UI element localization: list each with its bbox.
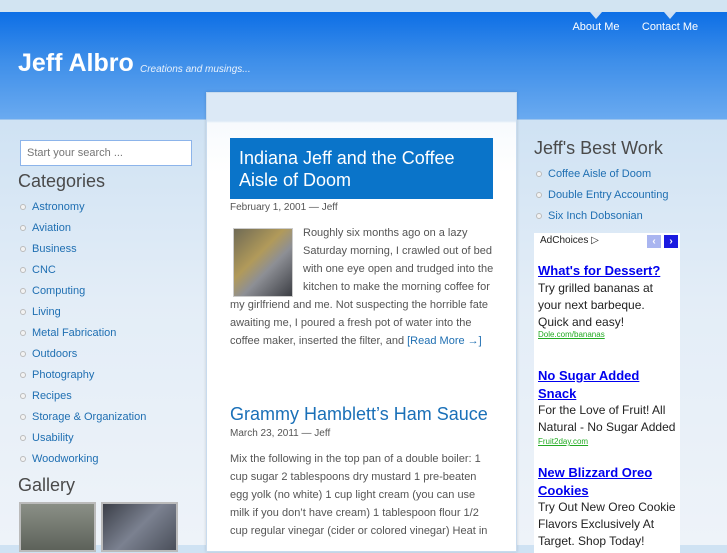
category-link[interactable]: Storage & Organization — [20, 406, 146, 427]
link-label: Woodworking — [32, 452, 99, 465]
post-meta: March 23, 2011 — Jeff — [230, 428, 331, 439]
read-more-link[interactable]: [Read More →] — [407, 335, 482, 347]
nav-label: Contact Me — [641, 21, 699, 33]
link-label: Storage & Organization — [32, 410, 147, 423]
ad-description: Try grilled bananas at your next barbequ… — [538, 281, 653, 329]
bullet-icon — [20, 392, 26, 399]
ad-prev-button[interactable]: ‹ — [647, 235, 661, 248]
link-label: Photography — [32, 368, 95, 381]
site-tagline: Creations and musings... — [140, 64, 251, 75]
categories-list: Astronomy Aviation Business CNC Computing Liv… — [20, 196, 146, 469]
bullet-icon — [20, 266, 26, 273]
bullet-icon — [20, 308, 26, 315]
bullet-icon — [536, 191, 542, 198]
ad-url[interactable]: Fruit2day.com — [538, 437, 588, 446]
link-label: CNC — [32, 263, 56, 276]
bullet-icon — [20, 371, 26, 378]
category-link[interactable]: Outdoors — [20, 343, 146, 364]
nav-marker-icon — [664, 12, 676, 19]
ad-next-button[interactable]: › — [664, 235, 678, 248]
best-work-link[interactable]: Double Entry Accounting — [536, 184, 668, 205]
post-excerpt: Roughly six months ago on a lazy Saturda… — [230, 224, 495, 350]
nav-label: About Me — [572, 21, 620, 33]
link-label: Metal Fabrication — [32, 326, 117, 339]
adchoices-label[interactable]: AdChoices ▷ — [540, 235, 599, 246]
bullet-icon — [536, 212, 542, 219]
ad-title[interactable]: No Sugar Added Snack — [538, 367, 648, 403]
category-link[interactable]: Computing — [20, 280, 146, 301]
bullet-icon — [20, 455, 26, 462]
search-input[interactable] — [20, 140, 192, 166]
ad-title[interactable]: New Blizzard Oreo Cookies — [538, 464, 663, 500]
link-label: Computing — [32, 284, 86, 297]
category-link[interactable]: Business — [20, 238, 146, 259]
link-label: Business — [32, 242, 77, 255]
bullet-icon — [20, 287, 26, 294]
ad-title[interactable]: What's for Dessert? — [538, 262, 678, 280]
bullet-icon — [20, 434, 26, 441]
bullet-icon — [20, 245, 26, 252]
best-work-link[interactable]: Six Inch Dobsonian — [536, 205, 668, 226]
category-link[interactable]: Living — [20, 301, 146, 322]
link-label: Astronomy — [32, 200, 85, 213]
link-label: Aviation — [32, 221, 71, 234]
ad-description: Try Out New Oreo Cookie Flavors Exclusiv… — [538, 500, 676, 548]
post-title[interactable]: Indiana Jeff and the Coffee Aisle of Doo… — [230, 138, 493, 199]
bullet-icon — [20, 350, 26, 357]
bullet-icon — [20, 413, 26, 420]
category-link[interactable]: Astronomy — [20, 196, 146, 217]
link-label: Recipes — [32, 389, 72, 402]
nav-about-me[interactable]: About Me — [570, 12, 622, 33]
gallery-heading: Gallery — [18, 475, 76, 495]
link-label: Outdoors — [32, 347, 78, 360]
link-label: Usability — [32, 431, 74, 444]
link-label: Coffee Aisle of Doom — [548, 167, 652, 180]
top-strip — [0, 0, 727, 12]
link-label: Living — [32, 305, 61, 318]
post-excerpt: Mix the following in the top pan of a do… — [230, 453, 488, 537]
bullet-icon — [536, 170, 542, 177]
category-link[interactable]: Photography — [20, 364, 146, 385]
best-work-heading: Jeff's Best Work — [534, 138, 663, 158]
category-link[interactable]: Woodworking — [20, 448, 146, 469]
site-title[interactable]: Jeff Albro — [18, 49, 134, 78]
category-link[interactable]: Aviation — [20, 217, 146, 238]
category-link[interactable]: CNC — [20, 259, 146, 280]
category-link[interactable]: Metal Fabrication — [20, 322, 146, 343]
ad-url[interactable]: Dole.com/bananas — [538, 330, 605, 339]
post-meta: February 1, 2001 — Jeff — [230, 202, 338, 213]
category-link[interactable]: Recipes — [20, 385, 146, 406]
nav-marker-icon — [590, 12, 602, 19]
ad-description: For the Love of Fruit! All Natural - No … — [538, 403, 676, 434]
post-title[interactable]: Grammy Hamblett’s Ham Sauce — [230, 404, 488, 425]
categories-heading: Categories — [18, 171, 106, 191]
link-label: Double Entry Accounting — [548, 188, 669, 201]
best-work-link[interactable]: Coffee Aisle of Doom — [536, 163, 668, 184]
bullet-icon — [20, 329, 26, 336]
nav-contact-me[interactable]: Contact Me — [640, 12, 700, 33]
category-link[interactable]: Usability — [20, 427, 146, 448]
bullet-icon — [20, 224, 26, 231]
link-label: Six Inch Dobsonian — [548, 209, 643, 222]
best-work-list: Coffee Aisle of Doom Double Entry Account… — [536, 163, 668, 226]
bullet-icon — [20, 203, 26, 210]
